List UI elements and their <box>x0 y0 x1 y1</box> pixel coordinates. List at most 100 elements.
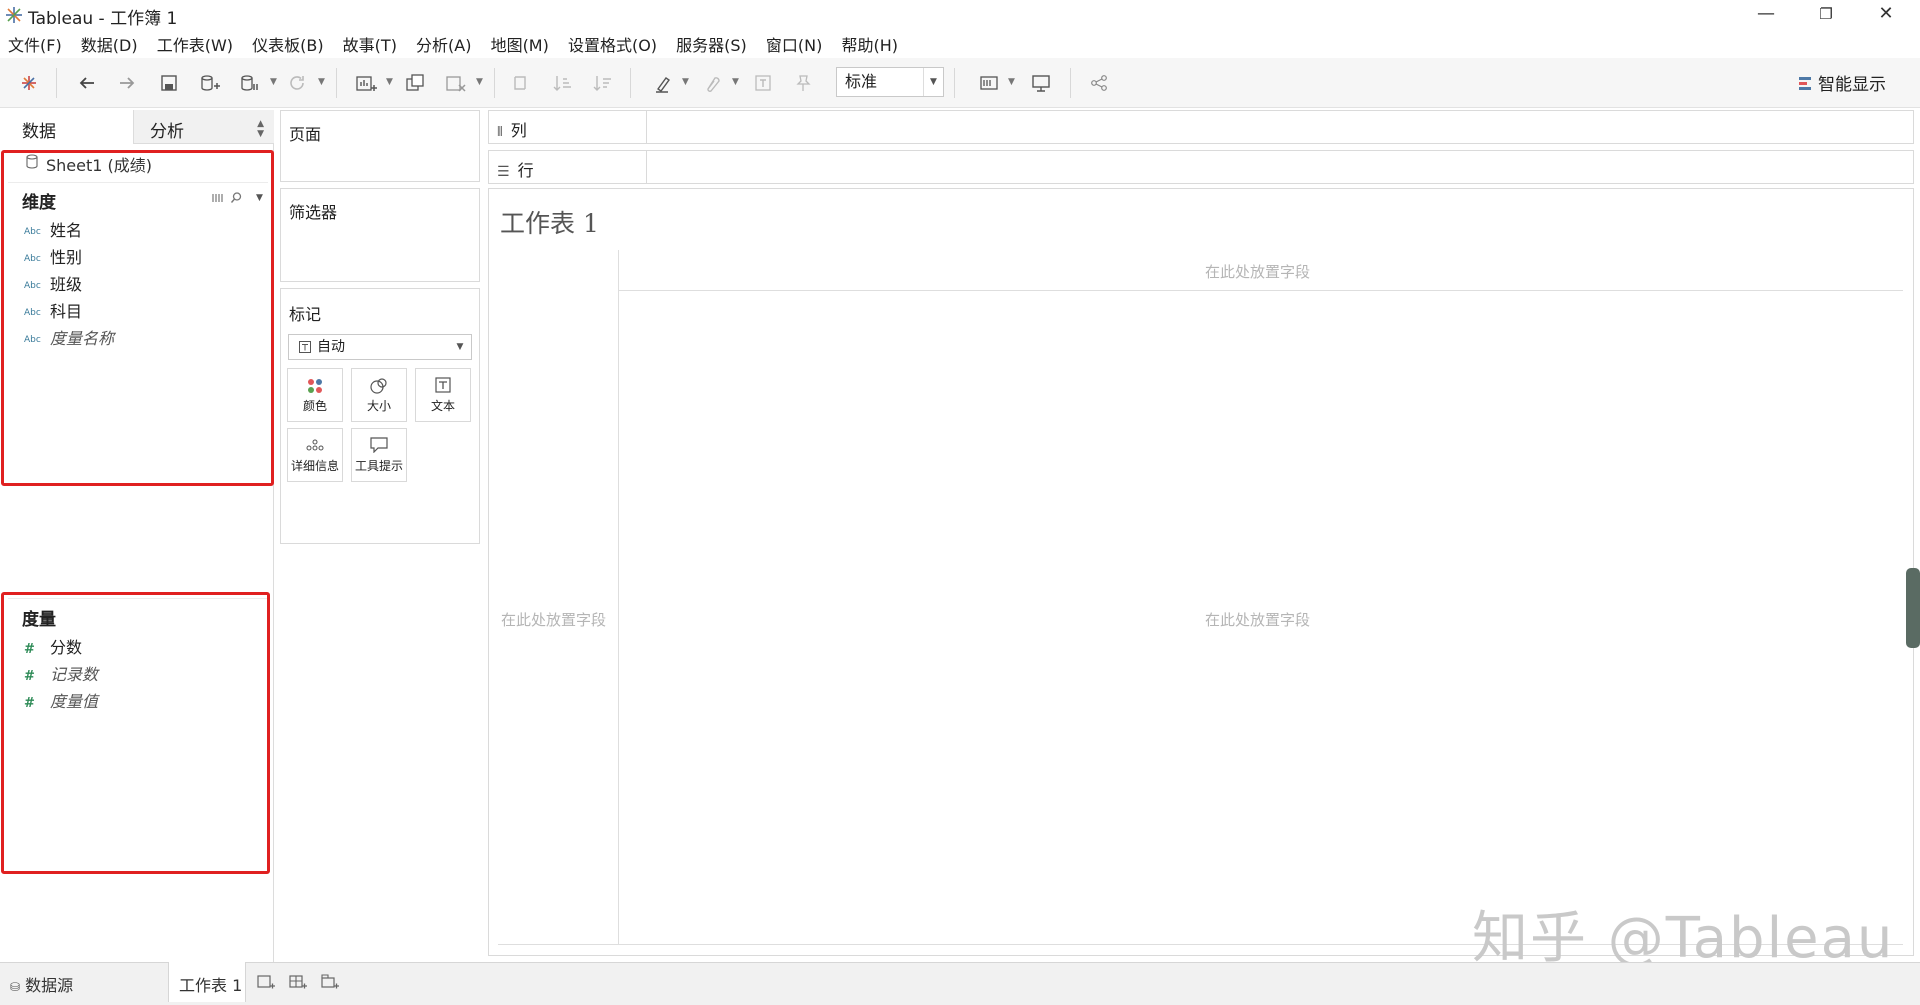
presentation-mode-icon[interactable] <box>1028 70 1054 96</box>
menu-format[interactable]: 设置格式(O) <box>568 30 657 56</box>
highlight-icon[interactable] <box>650 70 676 96</box>
window-title: Tableau - 工作簿 1 <box>28 9 178 29</box>
save-icon[interactable] <box>156 70 182 96</box>
menu-story[interactable]: 故事(T) <box>343 30 397 56</box>
redo-icon[interactable] <box>114 70 140 96</box>
columns-shelf-label: ⦀ 列 <box>489 111 647 143</box>
mark-type-value: 自动 <box>317 339 345 355</box>
tab-datasource-label: 数据源 <box>25 976 74 995</box>
menu-analysis[interactable]: 分析(A) <box>416 30 471 56</box>
tableau-logo-icon <box>6 7 22 23</box>
menu-window[interactable]: 窗口(N) <box>766 30 822 56</box>
tab-datasource[interactable]: ⛁ 数据源 <box>0 962 168 1002</box>
database-icon: ⛁ <box>10 980 21 994</box>
marks-tooltip-button[interactable]: 工具提示 <box>351 428 407 482</box>
show-mark-labels-icon[interactable] <box>750 70 776 96</box>
filters-card[interactable]: 筛选器 <box>280 188 480 282</box>
restore-button[interactable]: ❐ <box>1796 0 1856 30</box>
minimize-button[interactable]: — <box>1736 0 1796 30</box>
rows-drop-zone[interactable]: 在此处放置字段 <box>501 609 606 630</box>
marks-size-button[interactable]: 大小 <box>351 368 407 422</box>
tableau-start-icon[interactable] <box>16 70 42 96</box>
fit-select[interactable]: 标准 ▼ <box>836 67 944 97</box>
menu-worksheet[interactable]: 工作表(W) <box>157 30 233 56</box>
new-sheet-icon[interactable] <box>352 70 378 96</box>
chevron-down-icon: ▼ <box>456 342 464 352</box>
show-me-label: 智能显示 <box>1818 75 1886 95</box>
chevron-down-icon[interactable]: ▼ <box>682 78 690 87</box>
show-me-icon <box>1799 77 1811 90</box>
menu-dashboard[interactable]: 仪表板(B) <box>252 30 323 56</box>
marks-button-label: 文本 <box>430 399 455 413</box>
rows-shelf[interactable]: ☰ 行 <box>488 150 1914 184</box>
share-icon[interactable] <box>1086 70 1112 96</box>
show-cards-icon[interactable] <box>976 70 1002 96</box>
marks-button-label: 大小 <box>366 399 391 413</box>
text-icon <box>435 377 451 393</box>
toolbar-separator <box>494 68 495 98</box>
rows-label: 行 <box>517 161 534 180</box>
title-bar <box>0 0 1920 30</box>
toolbar-separator <box>336 68 337 98</box>
sheet-title[interactable]: 工作表 1 <box>500 204 599 240</box>
swap-rows-columns-icon[interactable] <box>508 70 534 96</box>
pages-card-title: 页面 <box>289 125 322 144</box>
refresh-icon[interactable] <box>284 70 310 96</box>
chevron-down-icon[interactable]: ▼ <box>270 78 278 87</box>
marks-card-title: 标记 <box>289 305 322 324</box>
columns-shelf[interactable]: ⦀ 列 <box>488 110 1914 144</box>
mark-type-select[interactable]: 自动 ▼ <box>288 334 472 360</box>
new-dashboard-icon[interactable] <box>288 972 308 992</box>
menu-bar: 文件(F) 数据(D) 工作表(W) 仪表板(B) 故事(T) 分析(A) 地图… <box>0 30 1920 58</box>
menu-map[interactable]: 地图(M) <box>491 30 549 56</box>
pause-updates-icon[interactable] <box>236 70 262 96</box>
marks-color-button[interactable]: 颜色 <box>287 368 343 422</box>
tab-data[interactable]: 数据 <box>0 110 134 144</box>
pin-icon[interactable] <box>790 70 816 96</box>
rows-shelf-label: ☰ 行 <box>489 151 647 183</box>
close-button[interactable]: ✕ <box>1856 0 1916 30</box>
new-worksheet-icon[interactable] <box>256 972 276 992</box>
sort-ascending-icon[interactable] <box>550 70 576 96</box>
tab-sheet[interactable]: 工作表 1 <box>168 962 246 1002</box>
chevron-down-icon[interactable]: ▼ <box>476 78 484 87</box>
columns-drop-zone[interactable]: 在此处放置字段 <box>1205 261 1310 282</box>
filters-card-title: 筛选器 <box>289 203 338 222</box>
duplicate-sheet-icon[interactable] <box>402 70 428 96</box>
group-members-icon[interactable] <box>698 70 724 96</box>
size-icon <box>370 378 387 394</box>
tooltip-icon <box>370 437 388 454</box>
clear-sheet-icon[interactable] <box>442 70 468 96</box>
marks-detail-button[interactable]: 详细信息 <box>287 428 343 482</box>
pages-card[interactable]: 页面 <box>280 110 480 182</box>
tab-analysis-label: 分析 <box>150 122 184 142</box>
dimensions-highlight-box <box>1 150 274 486</box>
tab-analysis[interactable]: 分析 ▲ ▼ <box>134 110 274 144</box>
new-story-icon[interactable] <box>320 972 340 992</box>
detail-icon <box>306 439 324 451</box>
new-datasource-icon[interactable] <box>196 70 222 96</box>
menu-server[interactable]: 服务器(S) <box>676 30 747 56</box>
show-me-button[interactable]: 智能显示 <box>1798 70 1886 96</box>
view-drop-zone[interactable]: 在此处放置字段 <box>1205 609 1310 630</box>
chevron-down-icon[interactable]: ▼ <box>1008 78 1016 87</box>
sheet-canvas[interactable] <box>488 188 1914 956</box>
marks-text-button[interactable]: 文本 <box>415 368 471 422</box>
undo-icon[interactable] <box>74 70 100 96</box>
chevron-up-down-icon: ▲ ▼ <box>257 119 264 139</box>
chevron-down-icon[interactable]: ▼ <box>732 78 740 87</box>
chevron-down-icon[interactable]: ▼ <box>318 78 326 87</box>
column-header-divider <box>618 290 1903 291</box>
toolbar: ▼ ▼ ▼ ▼ ▼ ▼ ▼ <box>0 58 1920 108</box>
columns-label: 列 <box>510 121 527 140</box>
rows-icon: ☰ <box>497 164 510 180</box>
toolbar-separator <box>630 68 631 98</box>
sort-descending-icon[interactable] <box>590 70 616 96</box>
menu-help[interactable]: 帮助(H) <box>841 30 898 56</box>
color-icon <box>308 379 322 393</box>
chevron-down-icon[interactable]: ▼ <box>386 78 394 87</box>
menu-file[interactable]: 文件(F) <box>8 30 62 56</box>
measures-highlight-box <box>1 592 270 874</box>
side-scroll-handle[interactable] <box>1906 568 1920 648</box>
menu-data[interactable]: 数据(D) <box>81 30 138 56</box>
